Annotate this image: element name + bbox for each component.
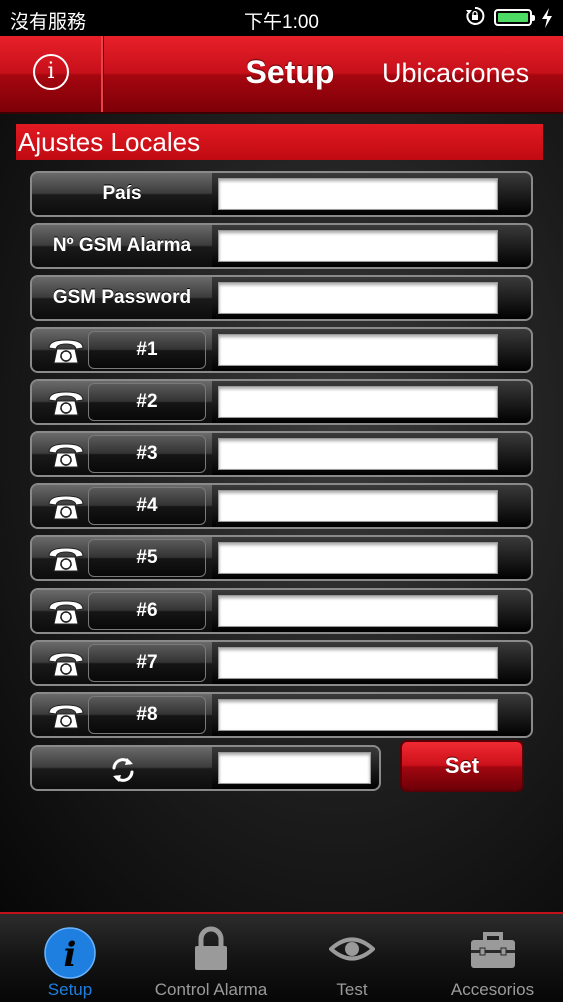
phone-3-input[interactable] bbox=[218, 438, 498, 470]
charging-icon bbox=[542, 8, 552, 28]
refresh-row bbox=[30, 745, 381, 791]
phone-6-input[interactable] bbox=[218, 595, 498, 627]
gsm-alarma-row: Nº GSM Alarma bbox=[30, 223, 533, 269]
phone-row-1: #1 bbox=[30, 327, 533, 373]
gsm-password-label: GSM Password bbox=[32, 277, 212, 319]
gsm-alarma-label: Nº GSM Alarma bbox=[32, 225, 212, 267]
telephone-icon[interactable] bbox=[46, 336, 86, 366]
phone-1-button[interactable]: #1 bbox=[88, 331, 206, 369]
tab-test-label: Test bbox=[336, 980, 368, 999]
tab-control-alarma[interactable]: Control Alarma bbox=[140, 914, 282, 1002]
tab-control-alarma-label: Control Alarma bbox=[154, 980, 268, 999]
tab-accesorios-label: Accesorios bbox=[450, 980, 535, 999]
refresh-icon bbox=[112, 758, 134, 782]
gsm-alarma-input[interactable] bbox=[218, 230, 498, 262]
section-header: Ajustes Locales bbox=[16, 124, 543, 160]
tab-bar: i Setup Control Alarma Test Accesorios bbox=[0, 912, 563, 1002]
telephone-icon[interactable] bbox=[46, 649, 86, 679]
telephone-icon[interactable] bbox=[46, 544, 86, 574]
phone-5-button[interactable]: #5 bbox=[88, 539, 206, 577]
phone-7-input[interactable] bbox=[218, 647, 498, 679]
phone-8-input[interactable] bbox=[218, 699, 498, 731]
phone-4-button[interactable]: #4 bbox=[88, 487, 206, 525]
gsm-password-row: GSM Password bbox=[30, 275, 533, 321]
phone-4-input[interactable] bbox=[218, 490, 498, 522]
info-icon: i bbox=[44, 927, 96, 979]
phone-2-input[interactable] bbox=[218, 386, 498, 418]
phone-row-2: #2 bbox=[30, 379, 533, 425]
tab-setup-label: Setup bbox=[47, 980, 93, 999]
refresh-input[interactable] bbox=[218, 752, 371, 784]
set-button[interactable]: Set bbox=[400, 740, 524, 792]
toolbox-icon bbox=[471, 932, 515, 968]
nav-bar: i Setup Ubicaciones bbox=[0, 36, 563, 114]
gsm-password-input[interactable] bbox=[218, 282, 498, 314]
phone-row-8: #8 bbox=[30, 692, 533, 738]
phone-6-button[interactable]: #6 bbox=[88, 592, 206, 630]
info-icon: i bbox=[33, 54, 69, 90]
pais-input[interactable] bbox=[218, 178, 498, 210]
phone-row-5: #5 bbox=[30, 535, 533, 581]
lock-icon bbox=[195, 926, 227, 970]
pais-label: País bbox=[32, 173, 212, 215]
phone-1-input[interactable] bbox=[218, 334, 498, 366]
telephone-icon[interactable] bbox=[46, 597, 86, 627]
status-bar: 沒有服務 下午1:00 bbox=[0, 0, 563, 36]
tab-setup[interactable]: i Setup bbox=[0, 914, 140, 1002]
telephone-icon[interactable] bbox=[46, 492, 86, 522]
phone-7-button[interactable]: #7 bbox=[88, 644, 206, 682]
svg-text:i: i bbox=[64, 935, 77, 975]
rotation-lock-icon bbox=[466, 6, 485, 25]
telephone-icon[interactable] bbox=[46, 701, 86, 731]
telephone-icon[interactable] bbox=[46, 440, 86, 470]
pais-row: País bbox=[30, 171, 533, 217]
tab-accesorios[interactable]: Accesorios bbox=[422, 914, 563, 1002]
eye-icon bbox=[329, 937, 375, 961]
info-button[interactable]: i bbox=[0, 36, 103, 112]
telephone-icon[interactable] bbox=[46, 388, 86, 418]
phone-row-3: #3 bbox=[30, 431, 533, 477]
phone-2-button[interactable]: #2 bbox=[88, 383, 206, 421]
phone-5-input[interactable] bbox=[218, 542, 498, 574]
phone-3-button[interactable]: #3 bbox=[88, 435, 206, 473]
battery-icon bbox=[494, 9, 535, 26]
phone-8-button[interactable]: #8 bbox=[88, 696, 206, 734]
refresh-button[interactable] bbox=[32, 747, 212, 789]
phone-row-6: #6 bbox=[30, 588, 533, 634]
phone-row-7: #7 bbox=[30, 640, 533, 686]
tab-test[interactable]: Test bbox=[282, 914, 422, 1002]
phone-row-4: #4 bbox=[30, 483, 533, 529]
ubicaciones-button[interactable]: Ubicaciones bbox=[382, 58, 529, 89]
page-title: Setup bbox=[245, 54, 335, 90]
